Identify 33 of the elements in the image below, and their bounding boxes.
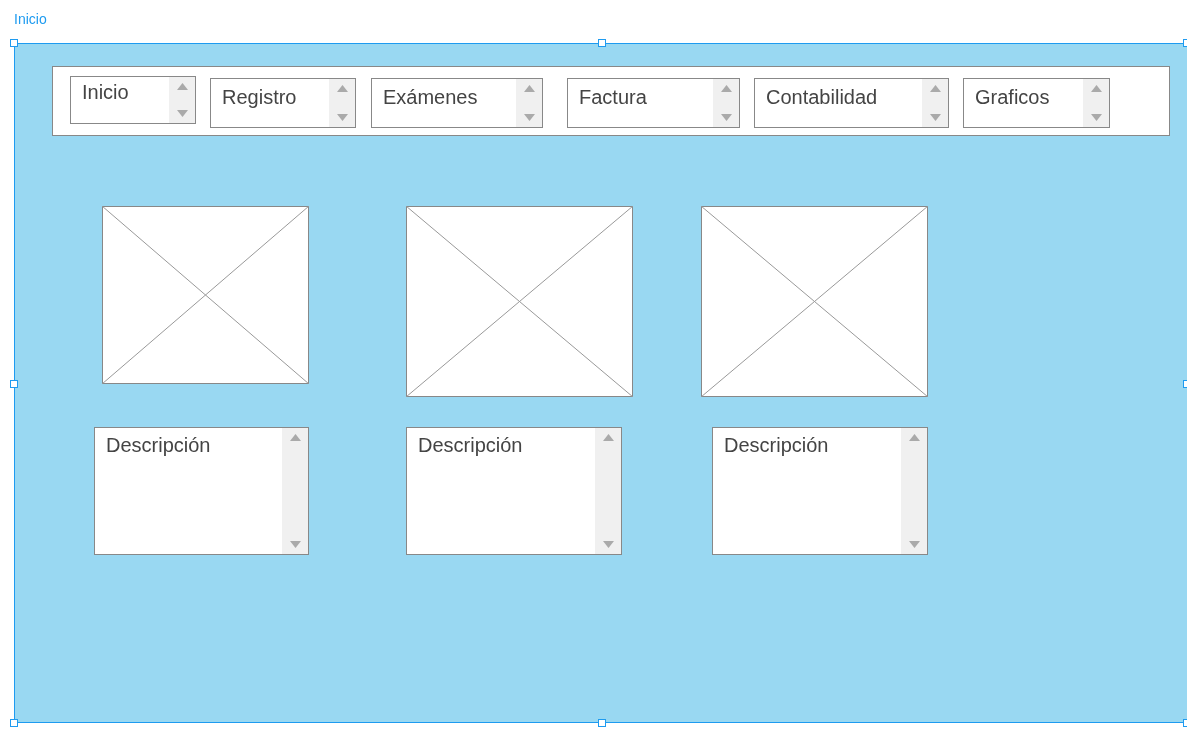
resize-handle[interactable]: [10, 380, 18, 388]
text-area[interactable]: Graficos: [963, 78, 1110, 128]
text-area[interactable]: Factura: [567, 78, 740, 128]
scroll-up-icon[interactable]: [336, 85, 348, 92]
text-area[interactable]: Inicio: [70, 76, 196, 124]
scroll-up-icon[interactable]: [289, 434, 301, 441]
resize-handle[interactable]: [10, 39, 18, 47]
scroll-up-icon[interactable]: [720, 85, 732, 92]
text-area[interactable]: Descripción: [712, 427, 928, 555]
scroll-up-icon[interactable]: [176, 83, 188, 90]
scroll-down-icon[interactable]: [929, 114, 941, 121]
resize-handle[interactable]: [10, 719, 18, 727]
scroll-down-icon[interactable]: [289, 541, 301, 548]
scroll-up-icon[interactable]: [929, 85, 941, 92]
selection-label: Inicio: [14, 10, 48, 29]
resize-handle[interactable]: [598, 719, 606, 727]
text-area[interactable]: Contabilidad: [754, 78, 949, 128]
resize-handle[interactable]: [598, 39, 606, 47]
scroll-up-icon[interactable]: [602, 434, 614, 441]
scroll-up-icon[interactable]: [1090, 85, 1102, 92]
scroll-up-icon[interactable]: [523, 85, 535, 92]
text-area[interactable]: Descripción: [94, 427, 309, 555]
text-area[interactable]: Descripción: [406, 427, 622, 555]
scroll-down-icon[interactable]: [720, 114, 732, 121]
text-area[interactable]: Registro: [210, 78, 356, 128]
scroll-down-icon[interactable]: [1090, 114, 1102, 121]
scroll-down-icon[interactable]: [523, 114, 535, 121]
scroll-down-icon[interactable]: [176, 110, 188, 117]
scroll-up-icon[interactable]: [908, 434, 920, 441]
scroll-down-icon[interactable]: [336, 114, 348, 121]
text-area[interactable]: Exámenes: [371, 78, 543, 128]
scroll-down-icon[interactable]: [602, 541, 614, 548]
scroll-down-icon[interactable]: [908, 541, 920, 548]
